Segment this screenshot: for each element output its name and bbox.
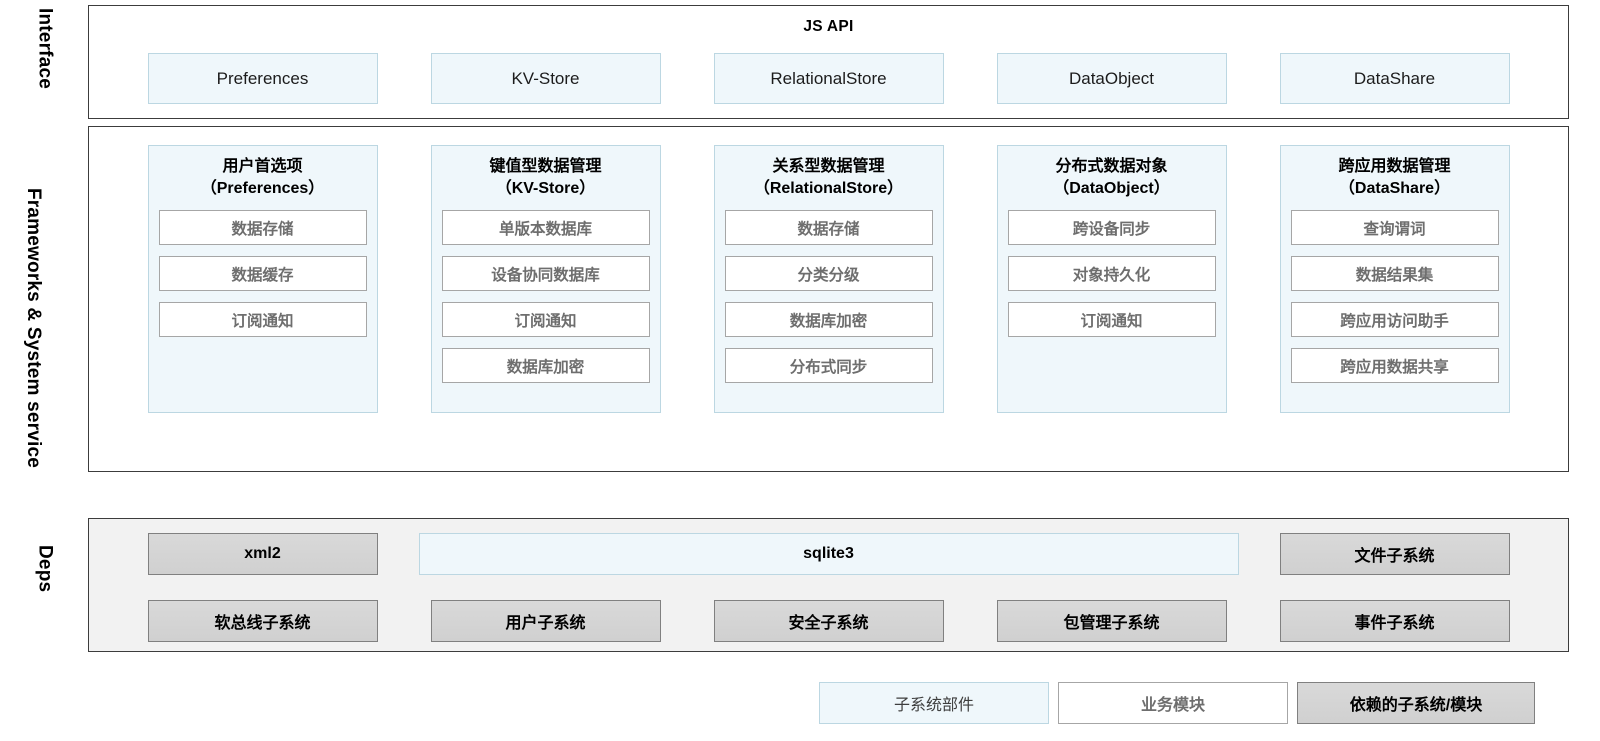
dep-box-file-subsystem[interactable]: 文件子系统 — [1279, 533, 1510, 575]
frameworks-panel: 用户首选项 （Preferences） 数据存储 数据缓存 订阅通知 键值型数据… — [88, 126, 1569, 472]
group-title: 键值型数据管理 （KV-Store） — [489, 158, 602, 198]
interface-panel: JS API Preferences KV-Store RelationalSt… — [88, 5, 1569, 119]
deps-row-1: xml2 sqlite3 文件子系统 — [89, 533, 1568, 575]
band-label-deps: Deps — [34, 545, 55, 635]
module-box[interactable]: 单版本数据库 — [441, 210, 650, 246]
module-box[interactable]: 数据库加密 — [441, 348, 650, 384]
dep-box-user-subsystem[interactable]: 用户子系统 — [430, 600, 661, 642]
dep-box-event-subsystem[interactable]: 事件子系统 — [1279, 600, 1510, 642]
api-box-dataobject[interactable]: DataObject — [996, 53, 1227, 104]
api-box-datashare[interactable]: DataShare — [1279, 53, 1510, 104]
api-slot: Preferences — [121, 53, 404, 104]
api-box-relationalstore[interactable]: RelationalStore — [713, 53, 944, 104]
band-label-deps-text: Deps — [34, 545, 56, 593]
dep-slot: 用户子系统 — [404, 600, 687, 642]
module-list: 跨设备同步 对象持久化 订阅通知 — [1007, 210, 1216, 338]
api-box-kv-store[interactable]: KV-Store — [430, 53, 661, 104]
group-title: 关系型数据管理 （RelationalStore） — [753, 158, 904, 198]
dep-box-softbus-subsystem[interactable]: 软总线子系统 — [147, 600, 378, 642]
dep-box-bundlemanager-subsystem[interactable]: 包管理子系统 — [996, 600, 1227, 642]
api-slot: DataShare — [1253, 53, 1536, 104]
module-box[interactable]: 订阅通知 — [1007, 302, 1216, 338]
api-box-row: Preferences KV-Store RelationalStore Dat… — [89, 53, 1568, 104]
api-slot: DataObject — [970, 53, 1253, 104]
deps-panel: xml2 sqlite3 文件子系统 软总线子系统 用户子系统 安全子系统 包管… — [88, 518, 1569, 652]
component-group-relationalstore[interactable]: 关系型数据管理 （RelationalStore） 数据存储 分类分级 数据库加… — [713, 145, 944, 413]
module-box[interactable]: 分布式同步 — [724, 348, 933, 384]
dep-slot: 软总线子系统 — [121, 600, 404, 642]
api-box-preferences[interactable]: Preferences — [147, 53, 378, 104]
module-box[interactable]: 数据库加密 — [724, 302, 933, 338]
band-label-frameworks-text: Frameworks & System service — [22, 188, 44, 468]
band-label-interface: Interface — [34, 8, 55, 118]
legend-item-business-module: 业务模块 — [1058, 682, 1288, 724]
dep-slot: 安全子系统 — [687, 600, 970, 642]
dep-slot: 包管理子系统 — [970, 600, 1253, 642]
group-slot: 分布式数据对象 （DataObject） 跨设备同步 对象持久化 订阅通知 — [970, 145, 1253, 413]
js-api-title: JS API — [803, 18, 854, 35]
component-group-preferences[interactable]: 用户首选项 （Preferences） 数据存储 数据缓存 订阅通知 — [147, 145, 378, 413]
component-group-row: 用户首选项 （Preferences） 数据存储 数据缓存 订阅通知 键值型数据… — [89, 145, 1568, 413]
module-box[interactable]: 订阅通知 — [441, 302, 650, 338]
module-list: 查询谓词 数据结果集 跨应用访问助手 跨应用数据共享 — [1290, 210, 1499, 384]
group-title: 分布式数据对象 （DataObject） — [1053, 158, 1170, 198]
module-box[interactable]: 跨设备同步 — [1007, 210, 1216, 246]
module-box[interactable]: 数据缓存 — [158, 256, 367, 292]
deps-row-2: 软总线子系统 用户子系统 安全子系统 包管理子系统 事件子系统 — [89, 600, 1568, 642]
api-slot: RelationalStore — [687, 53, 970, 104]
group-title: 用户首选项 （Preferences） — [200, 158, 325, 198]
group-slot: 关系型数据管理 （RelationalStore） 数据存储 分类分级 数据库加… — [687, 145, 970, 413]
module-list: 数据存储 分类分级 数据库加密 分布式同步 — [724, 210, 933, 384]
module-box[interactable]: 设备协同数据库 — [441, 256, 650, 292]
component-group-kv-store[interactable]: 键值型数据管理 （KV-Store） 单版本数据库 设备协同数据库 订阅通知 数… — [430, 145, 661, 413]
legend-item-dependency: 依赖的子系统/模块 — [1297, 682, 1535, 724]
module-box[interactable]: 对象持久化 — [1007, 256, 1216, 292]
band-label-frameworks: Frameworks & System service — [22, 188, 44, 478]
module-box[interactable]: 分类分级 — [724, 256, 933, 292]
dep-box-sqlite3[interactable]: sqlite3 — [418, 533, 1239, 575]
module-list: 单版本数据库 设备协同数据库 订阅通知 数据库加密 — [441, 210, 650, 384]
dep-slot-wide: sqlite3 — [404, 533, 1253, 575]
group-slot: 用户首选项 （Preferences） 数据存储 数据缓存 订阅通知 — [121, 145, 404, 413]
module-box[interactable]: 跨应用访问助手 — [1290, 302, 1499, 338]
component-group-dataobject[interactable]: 分布式数据对象 （DataObject） 跨设备同步 对象持久化 订阅通知 — [996, 145, 1227, 413]
module-box[interactable]: 数据存储 — [724, 210, 933, 246]
group-slot: 跨应用数据管理 （DataShare） 查询谓词 数据结果集 跨应用访问助手 跨… — [1253, 145, 1536, 413]
legend-item-subsystem-component: 子系统部件 — [819, 682, 1049, 724]
module-box[interactable]: 跨应用数据共享 — [1290, 348, 1499, 384]
module-box[interactable]: 查询谓词 — [1290, 210, 1499, 246]
group-title: 跨应用数据管理 （DataShare） — [1338, 158, 1451, 198]
component-group-datashare[interactable]: 跨应用数据管理 （DataShare） 查询谓词 数据结果集 跨应用访问助手 跨… — [1279, 145, 1510, 413]
module-box[interactable]: 数据结果集 — [1290, 256, 1499, 292]
dep-slot: xml2 — [121, 533, 404, 575]
dep-box-xml2[interactable]: xml2 — [147, 533, 378, 575]
dep-slot: 文件子系统 — [1253, 533, 1536, 575]
module-list: 数据存储 数据缓存 订阅通知 — [158, 210, 367, 338]
legend: 子系统部件 业务模块 依赖的子系统/模块 — [819, 682, 1535, 724]
api-slot: KV-Store — [404, 53, 687, 104]
group-slot: 键值型数据管理 （KV-Store） 单版本数据库 设备协同数据库 订阅通知 数… — [404, 145, 687, 413]
dep-box-security-subsystem[interactable]: 安全子系统 — [713, 600, 944, 642]
dep-slot: 事件子系统 — [1253, 600, 1536, 642]
architecture-diagram: Interface Frameworks & System service De… — [0, 0, 1600, 741]
module-box[interactable]: 数据存储 — [158, 210, 367, 246]
band-label-interface-text: Interface — [34, 8, 56, 90]
module-box[interactable]: 订阅通知 — [158, 302, 367, 338]
